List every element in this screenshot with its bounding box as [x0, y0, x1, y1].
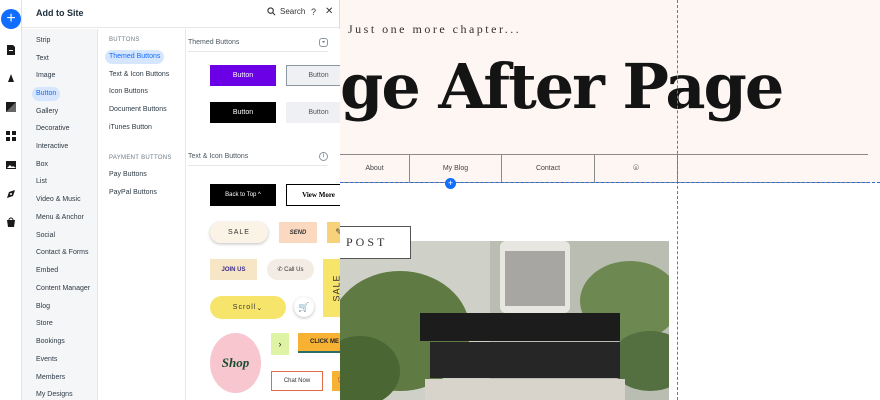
blog-icon[interactable]: [5, 188, 17, 200]
subcategory-item[interactable]: Document Buttons: [105, 103, 171, 117]
themed-button-primary[interactable]: Button: [210, 65, 276, 86]
subcategory-item[interactable]: iTunes Button: [105, 121, 156, 135]
category-item[interactable]: Bookings: [32, 335, 69, 349]
sale-vertical-button[interactable]: SALE: [323, 259, 340, 317]
search-button[interactable]: Search: [267, 7, 305, 16]
payment-buttons-heading: PAYMENT BUTTONS: [109, 155, 172, 161]
category-item[interactable]: Events: [32, 353, 61, 367]
nav-item-my-blog[interactable]: My Blog: [410, 155, 502, 182]
view-more-button[interactable]: View More: [286, 184, 340, 206]
cart-icon[interactable]: 🛒: [294, 297, 314, 317]
search-icon: [267, 7, 276, 16]
category-item[interactable]: Menu & Anchor: [32, 211, 88, 225]
back-to-top-label: Back to Top: [225, 192, 257, 198]
site-canvas[interactable]: Just one more chapter... ge After Page A…: [340, 0, 880, 400]
chat-now-button[interactable]: Chat Now: [271, 371, 323, 391]
subcategory-list: BUTTONS Themed Buttons Text & Icon Butto…: [98, 29, 186, 400]
site-tagline[interactable]: Just one more chapter...: [348, 22, 521, 37]
subcategory-themed-buttons[interactable]: Themed Buttons: [105, 50, 165, 64]
info-icon[interactable]: i: [319, 152, 328, 161]
pencil-icon[interactable]: ✎: [327, 222, 340, 243]
section-divider: [188, 51, 328, 52]
site-nav: About My Blog Contact ⌾: [340, 154, 868, 183]
site-header: Just one more chapter... ge After Page A…: [340, 0, 880, 183]
category-item[interactable]: Contact & Forms: [32, 246, 93, 260]
category-item[interactable]: Decorative: [32, 122, 73, 136]
click-me-button[interactable]: CLICK ME: [298, 333, 340, 353]
category-item[interactable]: Content Manager: [32, 282, 94, 296]
left-toolbar: +: [0, 0, 22, 400]
nav-item-contact[interactable]: Contact: [502, 155, 595, 182]
category-item[interactable]: Text: [32, 52, 53, 66]
editor-window: + Add to Site Search ? ✕ Strip Text Imag…: [0, 0, 880, 400]
category-item[interactable]: Store: [32, 317, 57, 331]
background-icon[interactable]: [5, 101, 17, 113]
media-icon[interactable]: [5, 159, 17, 171]
subcategory-item[interactable]: PayPal Buttons: [105, 186, 161, 200]
category-item[interactable]: Interactive: [32, 140, 72, 154]
scroll-button[interactable]: Scroll ⌄: [210, 296, 286, 319]
category-item[interactable]: Blog: [32, 300, 54, 314]
subcategory-item[interactable]: Icon Buttons: [105, 85, 152, 99]
subcategory-item[interactable]: Text & Icon Buttons: [105, 68, 173, 82]
themed-buttons-title: Themed Buttons: [188, 39, 240, 46]
call-us-button[interactable]: ✆ Call Us: [267, 259, 314, 280]
category-item[interactable]: Box: [32, 158, 52, 172]
category-item-button[interactable]: Button: [32, 87, 61, 101]
category-list: Strip Text Image Button Gallery Decorati…: [22, 29, 98, 400]
category-item[interactable]: Strip: [32, 34, 54, 48]
themed-button-outline[interactable]: Button: [286, 65, 340, 86]
sale-vertical-label: SALE: [331, 274, 340, 302]
category-item[interactable]: Embed: [32, 264, 62, 278]
subcategory-item[interactable]: Pay Buttons: [105, 168, 151, 182]
design-icon[interactable]: [5, 72, 17, 84]
layout-guide: [677, 0, 678, 400]
instagram-icon[interactable]: ⌾: [595, 155, 678, 182]
category-item[interactable]: Social: [32, 229, 59, 243]
scroll-label: Scroll: [232, 304, 257, 311]
bookmark-icon[interactable]: ⛉: [332, 371, 340, 391]
add-elements-icon[interactable]: +: [1, 9, 21, 29]
panel-title: Add to Site: [36, 8, 84, 18]
button-gallery: Themed Buttons ◒ Button Button Button Bu…: [186, 29, 340, 400]
phone-icon: ✆: [277, 267, 283, 273]
add-section-icon[interactable]: +: [445, 178, 456, 189]
store-icon[interactable]: [5, 216, 17, 228]
category-item[interactable]: Members: [32, 371, 69, 385]
theme-settings-icon[interactable]: ◒: [319, 38, 328, 47]
books-mug-image: [340, 241, 669, 400]
category-item[interactable]: List: [32, 175, 51, 189]
post-label[interactable]: POST: [340, 226, 411, 259]
help-icon[interactable]: ?: [311, 7, 316, 17]
themed-button-dark[interactable]: Button: [210, 102, 276, 123]
themed-button-light[interactable]: Button: [286, 102, 340, 123]
category-item[interactable]: Video & Music: [32, 193, 85, 207]
back-to-top-button[interactable]: Back to Top ^: [210, 184, 276, 206]
site-title[interactable]: ge After Page: [340, 50, 784, 123]
sale-button[interactable]: SALE: [210, 222, 268, 243]
close-icon[interactable]: ✕: [325, 6, 333, 17]
blog-photo[interactable]: [340, 241, 669, 400]
chevron-down-icon: ⌄: [256, 304, 264, 312]
pages-icon[interactable]: [5, 44, 17, 56]
text-icon-buttons-title: Text & Icon Buttons: [188, 153, 249, 160]
search-label: Search: [280, 7, 306, 16]
apps-icon[interactable]: [5, 130, 17, 142]
call-us-label: Call Us: [284, 266, 304, 273]
send-button[interactable]: SEND: [279, 222, 317, 243]
section-divider: [188, 165, 328, 166]
category-item[interactable]: My Designs: [32, 388, 77, 400]
join-us-button[interactable]: JOIN US: [210, 259, 257, 280]
chevron-right-icon[interactable]: ›: [271, 333, 289, 355]
nav-item-about[interactable]: About: [340, 155, 410, 182]
category-item[interactable]: Image: [32, 69, 59, 83]
add-to-site-panel: Add to Site Search ? ✕ Strip Text Image …: [22, 0, 340, 400]
shop-button[interactable]: Shop: [210, 333, 261, 393]
buttons-heading: BUTTONS: [109, 37, 140, 43]
panel-header: Add to Site Search ? ✕: [22, 0, 339, 28]
category-item[interactable]: Gallery: [32, 105, 62, 119]
chevron-up-icon: ^: [258, 192, 261, 198]
section-boundary: [340, 182, 880, 183]
